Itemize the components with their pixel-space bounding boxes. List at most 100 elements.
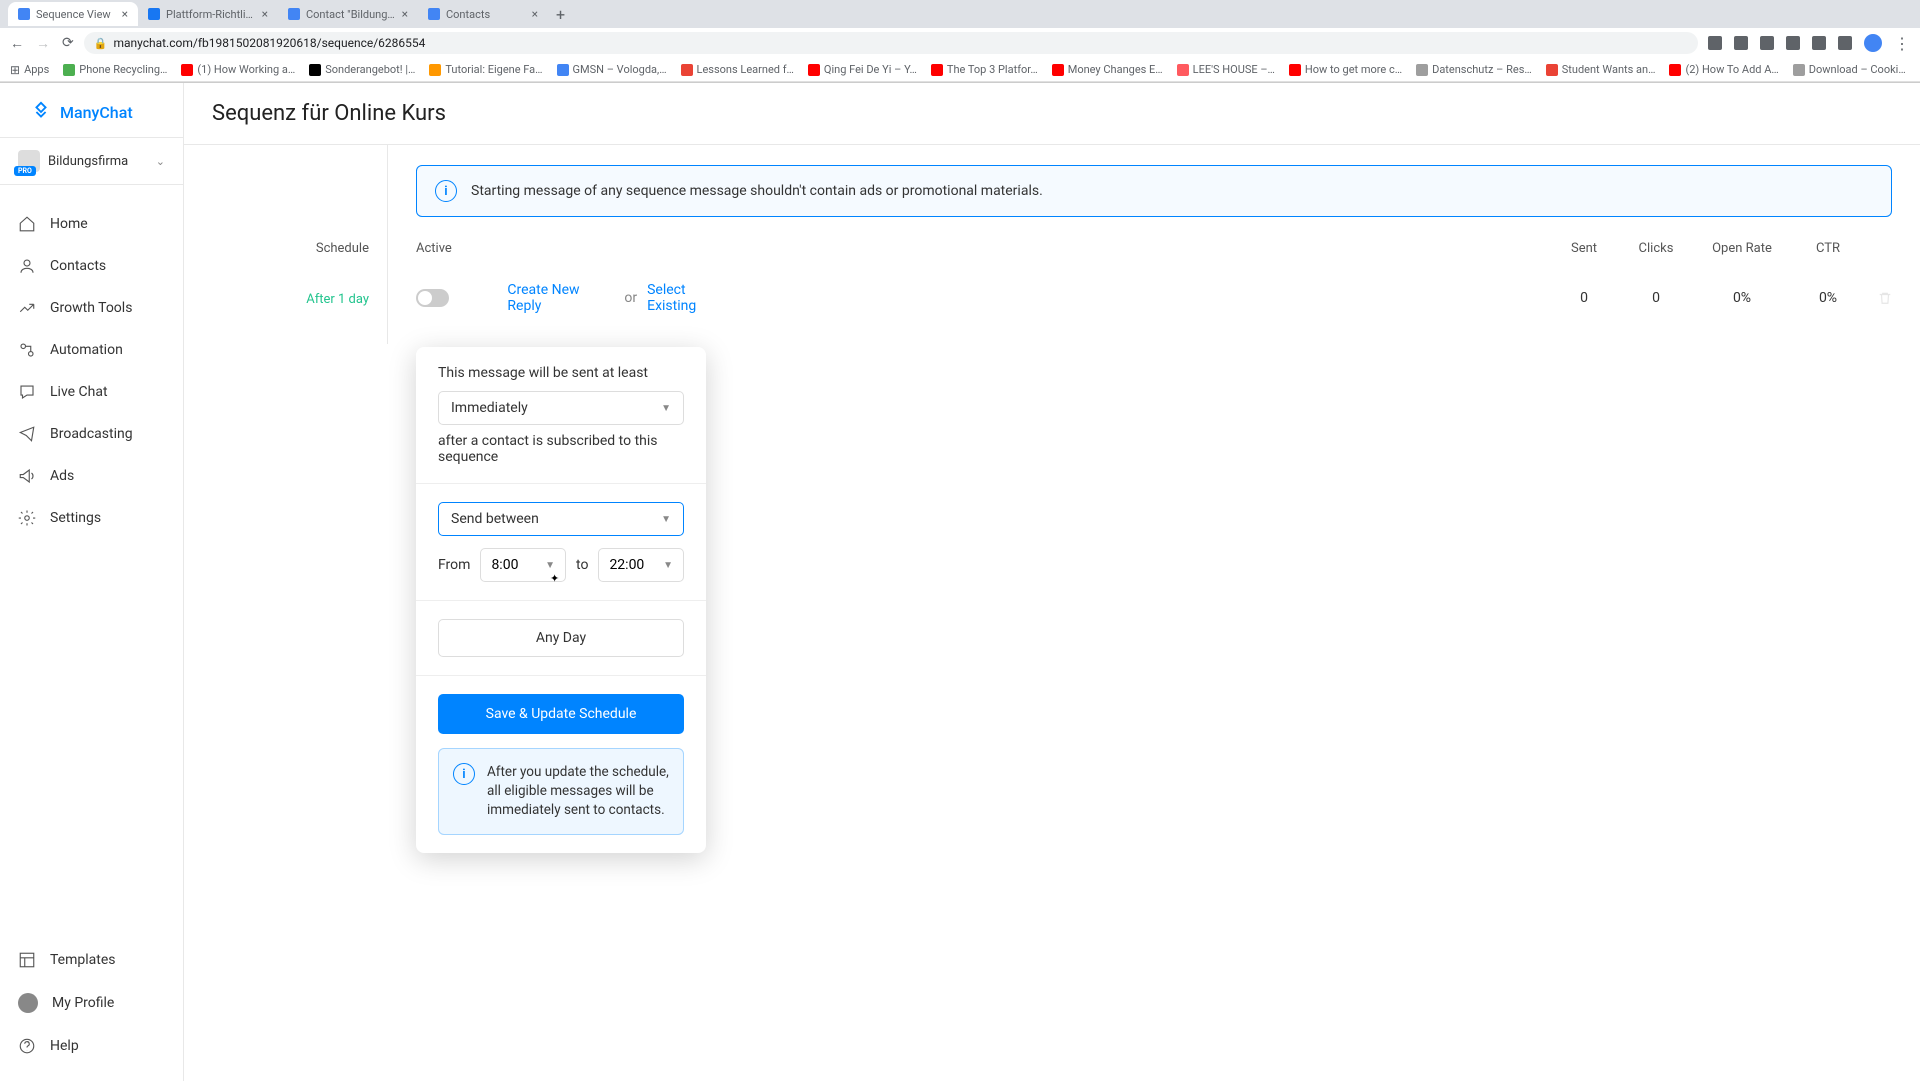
extension-icon[interactable] <box>1734 36 1748 50</box>
column-header-active: Active <box>416 241 736 256</box>
schedule-popover: This message will be sent at least Immed… <box>416 347 706 853</box>
chevron-down-icon: ▼ <box>545 560 555 571</box>
chevron-down-icon: ⌄ <box>156 155 165 168</box>
favicon-icon <box>288 8 300 20</box>
tab-title: Sequence View <box>36 8 116 21</box>
browser-tab[interactable]: Contacts × <box>418 2 548 26</box>
schedule-column: Schedule After 1 day <box>184 145 388 344</box>
workspace-switcher[interactable]: PRO Bildungsfirma ⌄ <box>0 137 183 185</box>
close-icon[interactable]: × <box>402 7 408 21</box>
bookmark[interactable]: LEE'S HOUSE –… <box>1177 63 1275 76</box>
column-header-schedule: Schedule <box>184 241 387 256</box>
delete-icon[interactable] <box>1878 291 1892 305</box>
new-tab-button[interactable]: + <box>548 5 573 24</box>
nav-buttons: ← → ⟳ <box>10 35 74 52</box>
to-label: to <box>576 557 588 573</box>
nav-label: Live Chat <box>50 384 108 400</box>
nav-item-growth[interactable]: Growth Tools <box>0 287 183 329</box>
url-bar[interactable]: 🔒 manychat.com/fb1981502081920618/sequen… <box>84 32 1698 54</box>
bookmark[interactable]: Phone Recycling… <box>63 63 167 76</box>
schedule-value[interactable]: After 1 day <box>184 292 387 307</box>
timing-select[interactable]: Immediately ▼ <box>438 391 684 425</box>
url-text: manychat.com/fb1981502081920618/sequence… <box>113 36 425 50</box>
profile-avatar[interactable] <box>1864 34 1882 52</box>
nav-item-automation[interactable]: Automation <box>0 329 183 371</box>
bookmark[interactable]: The Top 3 Platfor… <box>931 63 1038 76</box>
reload-button[interactable]: ⟳ <box>62 35 74 52</box>
bookmark[interactable]: Datenschutz – Res… <box>1416 63 1532 76</box>
from-label: From <box>438 557 470 573</box>
right-column: i Starting message of any sequence messa… <box>388 145 1920 344</box>
nav-item-help[interactable]: Help <box>0 1025 183 1067</box>
browser-tab[interactable]: Sequence View × <box>8 2 138 26</box>
nav: Home Contacts Growth Tools Automation Li… <box>0 185 183 939</box>
bookmark[interactable]: Lessons Learned f… <box>681 63 794 76</box>
back-button[interactable]: ← <box>10 35 24 52</box>
close-icon[interactable]: × <box>122 7 128 21</box>
nav-item-profile[interactable]: My Profile <box>0 981 183 1025</box>
ads-icon <box>18 467 36 485</box>
bookmark-apps[interactable]: ⊞Apps <box>10 63 49 77</box>
create-new-reply-link[interactable]: Create New Reply <box>467 282 614 314</box>
any-day-select[interactable]: Any Day <box>438 619 684 657</box>
nav-item-livechat[interactable]: Live Chat <box>0 371 183 413</box>
nav-item-home[interactable]: Home <box>0 203 183 245</box>
bookmark[interactable]: Sonderangebot! |… <box>309 63 415 76</box>
save-schedule-button[interactable]: Save & Update Schedule <box>438 694 684 734</box>
nav-label: Contacts <box>50 258 106 274</box>
tab-title: Plattform-Richtlinien – Übersic <box>166 8 256 21</box>
chevron-down-icon: ▼ <box>661 514 671 525</box>
browser-tab[interactable]: Plattform-Richtlinien – Übersic × <box>138 2 278 26</box>
extension-icon[interactable] <box>1812 36 1826 50</box>
nav-item-ads[interactable]: Ads <box>0 455 183 497</box>
chat-icon <box>18 383 36 401</box>
chevron-down-icon: ▼ <box>661 403 671 414</box>
to-time-select[interactable]: 22:00 ▼ <box>598 548 684 582</box>
cursor-icon: ✦ <box>550 572 559 585</box>
bookmark[interactable]: How to get more c… <box>1289 63 1402 76</box>
table-row: Create New Reply or Select Existing 0 0 … <box>416 272 1892 324</box>
table-header: Active Sent Clicks Open Rate CTR <box>416 241 1892 272</box>
send-between-select[interactable]: Send between ▼ <box>438 502 684 536</box>
close-icon[interactable]: × <box>532 7 538 21</box>
automation-icon <box>18 341 36 359</box>
page-header: Sequenz für Online Kurs <box>184 83 1920 145</box>
extension-icon[interactable] <box>1786 36 1800 50</box>
forward-button[interactable]: → <box>36 35 50 52</box>
bookmark[interactable]: GMSN – Vologda,… <box>557 63 667 76</box>
extension-icon[interactable] <box>1838 36 1852 50</box>
nav-item-broadcasting[interactable]: Broadcasting <box>0 413 183 455</box>
bookmark[interactable]: (2) How To Add A… <box>1669 63 1778 76</box>
row-create: Create New Reply or Select Existing <box>467 282 736 314</box>
nav-item-settings[interactable]: Settings <box>0 497 183 539</box>
bookmark[interactable]: Qing Fei De Yi – Y… <box>808 63 917 76</box>
nav-label: My Profile <box>52 995 114 1011</box>
bookmark[interactable]: (1) How Working a… <box>181 63 295 76</box>
workspace-icon: PRO <box>18 150 40 172</box>
nav-label: Settings <box>50 510 101 526</box>
active-toggle[interactable] <box>416 289 449 307</box>
time-row: From 8:00 ▼ to 22:00 ▼ <box>438 548 684 582</box>
nav-item-templates[interactable]: Templates <box>0 939 183 981</box>
bookmark[interactable]: Download – Cooki… <box>1793 63 1906 76</box>
gear-icon <box>18 509 36 527</box>
stat-sent: 0 <box>1548 290 1620 306</box>
extension-icon[interactable] <box>1708 36 1722 50</box>
tab-title: Contact "Bildungsfirma" throu <box>306 8 396 21</box>
info-icon: i <box>453 763 475 785</box>
bookmark[interactable]: Tutorial: Eigene Fa… <box>429 63 542 76</box>
bookmark[interactable]: Student Wants an… <box>1546 63 1656 76</box>
nav-item-contacts[interactable]: Contacts <box>0 245 183 287</box>
from-time-value: 8:00 <box>491 557 518 573</box>
select-value: Send between <box>451 511 539 527</box>
browser-tab[interactable]: Contact "Bildungsfirma" throu × <box>278 2 418 26</box>
menu-icon[interactable]: ⋮ <box>1894 34 1910 53</box>
chevron-down-icon: ▼ <box>663 560 673 571</box>
info-icon: i <box>435 180 457 202</box>
bookmark[interactable]: Money Changes E… <box>1052 63 1163 76</box>
select-existing-link[interactable]: Select Existing <box>647 282 736 314</box>
logo[interactable]: ManyChat <box>0 83 183 137</box>
nav-label: Help <box>50 1038 79 1054</box>
extension-icon[interactable] <box>1760 36 1774 50</box>
close-icon[interactable]: × <box>262 7 268 21</box>
